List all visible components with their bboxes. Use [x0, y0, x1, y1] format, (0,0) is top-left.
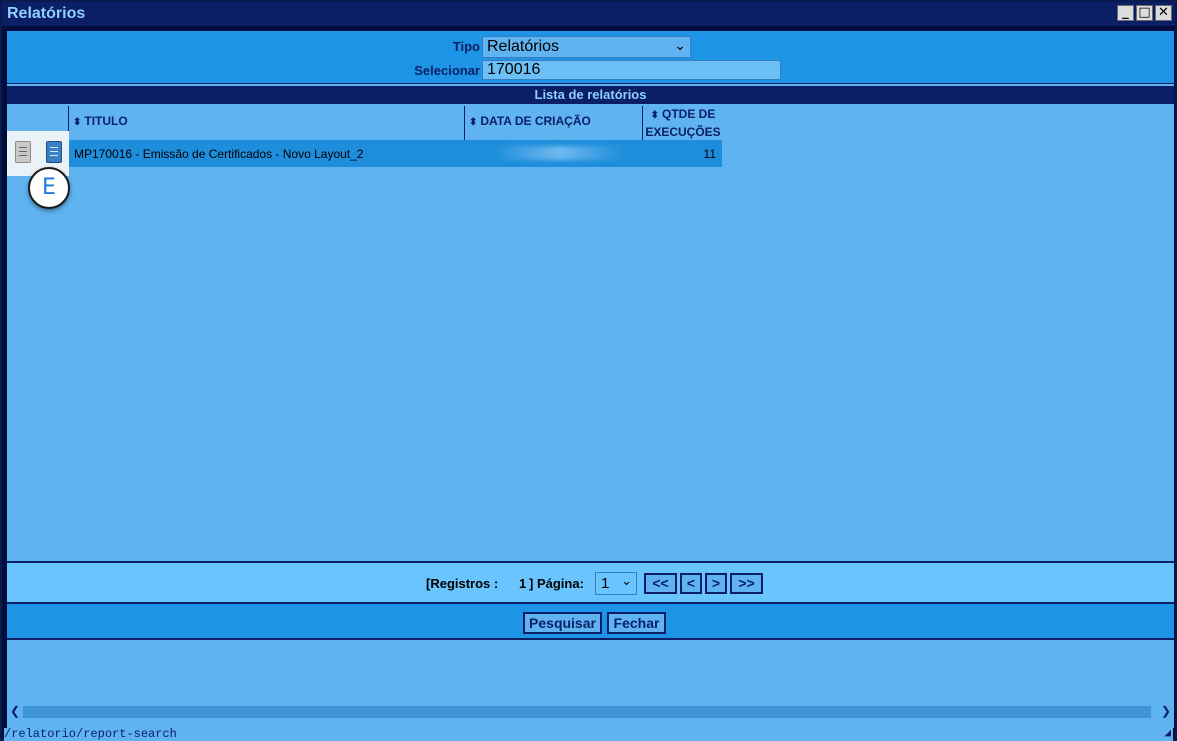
- row-qtde: 11: [703, 147, 716, 161]
- pesquisar-button[interactable]: Pesquisar: [523, 612, 602, 634]
- window-content: Tipo Relatórios ⌄ Selecionar 170016 List…: [7, 31, 1174, 728]
- last-page-button[interactable]: >>: [730, 573, 763, 594]
- title-bar[interactable]: Relatórios _ □ ✕: [2, 2, 1175, 26]
- scroll-right-icon[interactable]: ❯: [1161, 704, 1171, 718]
- registros-count: 1: [519, 576, 527, 591]
- fechar-button[interactable]: Fechar: [607, 612, 666, 634]
- row-titulo: MP170016 - Emissão de Certificados - Nov…: [74, 147, 364, 161]
- sort-icon: ⬍: [73, 117, 82, 128]
- sort-icon: ⬍: [469, 117, 478, 128]
- table-row[interactable]: MP170016 - Emissão de Certificados - Nov…: [69, 140, 722, 167]
- prev-page-button[interactable]: <: [680, 573, 702, 594]
- tipo-label: Tipo: [452, 39, 480, 54]
- tipo-select-value: Relatórios: [487, 38, 560, 55]
- column-titulo[interactable]: ⬍ TITULO: [68, 106, 465, 140]
- action-bar: Pesquisar Fechar: [7, 604, 1174, 640]
- tipo-select[interactable]: Relatórios ⌄: [482, 36, 691, 58]
- scrollbar-thumb[interactable]: [23, 706, 1151, 718]
- document-icon[interactable]: [15, 141, 31, 163]
- chevron-down-icon: ⌄: [621, 573, 632, 588]
- list-header: Lista de relatórios: [7, 86, 1174, 104]
- report-window: Relatórios _ □ ✕ Tipo Relatórios ⌄ Selec…: [0, 0, 1177, 741]
- filter-panel: Tipo Relatórios ⌄ Selecionar 170016: [7, 31, 1174, 84]
- row-data-criacao-redacted: [494, 146, 624, 160]
- selecionar-input[interactable]: 170016: [482, 60, 781, 80]
- pagina-label: ] Página:: [529, 576, 584, 591]
- column-data-criacao-label: DATA DE CRIAÇÃO: [480, 114, 591, 128]
- minimize-icon[interactable]: _: [1117, 5, 1134, 21]
- first-page-button[interactable]: <<: [644, 573, 677, 594]
- status-url: /relatorio/report-search: [4, 727, 177, 741]
- column-qtde-execucoes[interactable]: ⬍ QTDE DE EXECUÇÕES: [642, 106, 722, 140]
- window-title: Relatórios: [7, 5, 86, 22]
- horizontal-scrollbar[interactable]: ❮ ❯: [7, 704, 1174, 720]
- chevron-down-icon: ⌄: [674, 37, 686, 53]
- page-select-value: 1: [601, 575, 610, 592]
- resize-grip-icon[interactable]: ◢: [1164, 728, 1171, 741]
- sort-icon: ⬍: [650, 110, 660, 121]
- status-bar: /relatorio/report-search ◢: [4, 728, 1173, 741]
- close-icon[interactable]: ✕: [1155, 5, 1172, 21]
- next-page-button[interactable]: >: [705, 573, 727, 594]
- column-data-criacao[interactable]: ⬍ DATA DE CRIAÇÃO: [464, 106, 642, 140]
- pagination-bar: [Registros : 1 ] Página: 1 ⌄ << < > >>: [7, 563, 1174, 603]
- column-titulo-label: TITULO: [84, 114, 128, 128]
- maximize-icon[interactable]: □: [1136, 5, 1153, 21]
- annotation-badge: E: [28, 167, 70, 209]
- registros-label: [Registros :: [426, 576, 499, 591]
- scroll-left-icon[interactable]: ❮: [10, 704, 20, 718]
- selecionar-label: Selecionar: [414, 63, 480, 78]
- page-select[interactable]: 1 ⌄: [595, 572, 637, 595]
- edit-document-icon[interactable]: [46, 141, 62, 163]
